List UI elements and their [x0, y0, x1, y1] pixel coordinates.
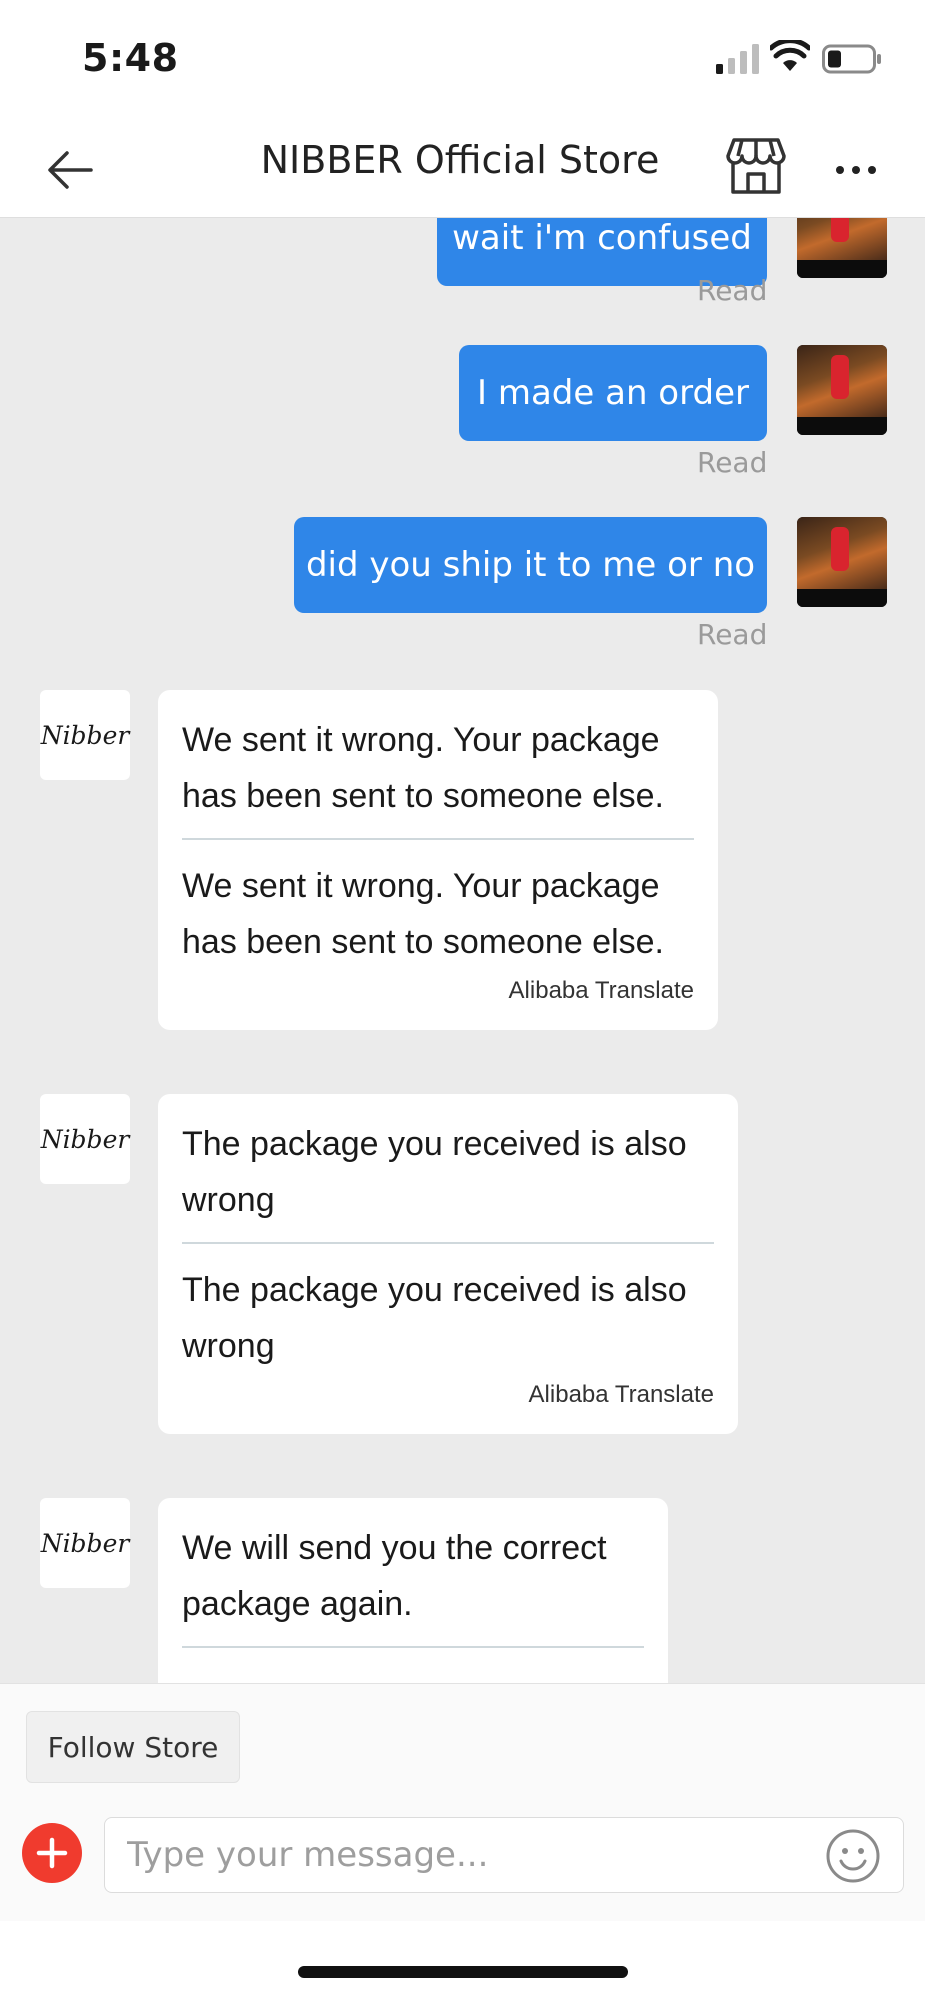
chat-header: NIBBER Official Store — [0, 120, 925, 218]
message-original-text: The package you received is also wrong — [182, 1125, 687, 1219]
emoji-button[interactable] — [825, 1828, 881, 1884]
back-button[interactable] — [40, 140, 100, 200]
store-button[interactable] — [724, 134, 788, 198]
translate-attribution: Alibaba Translate — [508, 977, 694, 1004]
translate-attribution: Alibaba Translate — [528, 1381, 714, 1408]
message-translated-text: The package you received is also wrong — [182, 1271, 687, 1365]
read-status: Read — [697, 446, 768, 479]
outgoing-message[interactable]: I made an order — [459, 345, 767, 441]
user-avatar[interactable] — [797, 345, 887, 435]
translation-divider — [182, 1646, 644, 1648]
smiley-icon — [826, 1829, 880, 1883]
plus-circle-icon — [36, 1837, 68, 1869]
more-options-button[interactable] — [826, 140, 886, 200]
read-status: Read — [697, 618, 768, 651]
translation-divider — [182, 1242, 714, 1244]
store-avatar[interactable]: Nibber — [40, 690, 130, 780]
message-input-bar — [0, 1791, 925, 1921]
read-status: Read — [697, 274, 768, 307]
more-horizontal-icon — [836, 166, 844, 174]
user-avatar[interactable] — [797, 517, 887, 607]
incoming-message[interactable]: The package you received is also wrong T… — [158, 1094, 738, 1434]
status-time: 5:48 — [82, 36, 179, 80]
status-bar: 5:48 — [0, 0, 925, 120]
store-title[interactable]: NIBBER Official Store — [200, 138, 720, 182]
incoming-message[interactable]: We will send you the correct package aga… — [158, 1498, 668, 1683]
chat-area[interactable]: wait i'm confused Read I made an order R… — [0, 218, 925, 1683]
add-attachment-button[interactable] — [22, 1823, 82, 1883]
message-original-text: We will send you the correct package aga… — [182, 1529, 607, 1623]
wifi-icon — [770, 40, 810, 71]
message-input[interactable] — [127, 1818, 807, 1892]
arrow-left-icon — [48, 151, 93, 189]
message-input-field[interactable] — [104, 1817, 904, 1893]
cellular-signal-icon — [716, 44, 759, 74]
message-translated-text: We sent it wrong. Your package has been … — [182, 867, 664, 961]
store-avatar[interactable]: Nibber — [40, 1498, 130, 1588]
battery-icon — [822, 44, 881, 74]
translation-divider — [182, 838, 694, 840]
store-avatar[interactable]: Nibber — [40, 1094, 130, 1184]
outgoing-message[interactable]: did you ship it to me or no — [294, 517, 767, 613]
follow-bar: Follow Store — [0, 1683, 925, 1791]
follow-store-button[interactable]: Follow Store — [26, 1711, 240, 1783]
incoming-message[interactable]: We sent it wrong. Your package has been … — [158, 690, 718, 1030]
user-avatar[interactable] — [797, 218, 887, 278]
message-original-text: We sent it wrong. Your package has been … — [182, 721, 664, 815]
home-indicator[interactable] — [298, 1966, 628, 1978]
storefront-icon — [726, 138, 786, 194]
